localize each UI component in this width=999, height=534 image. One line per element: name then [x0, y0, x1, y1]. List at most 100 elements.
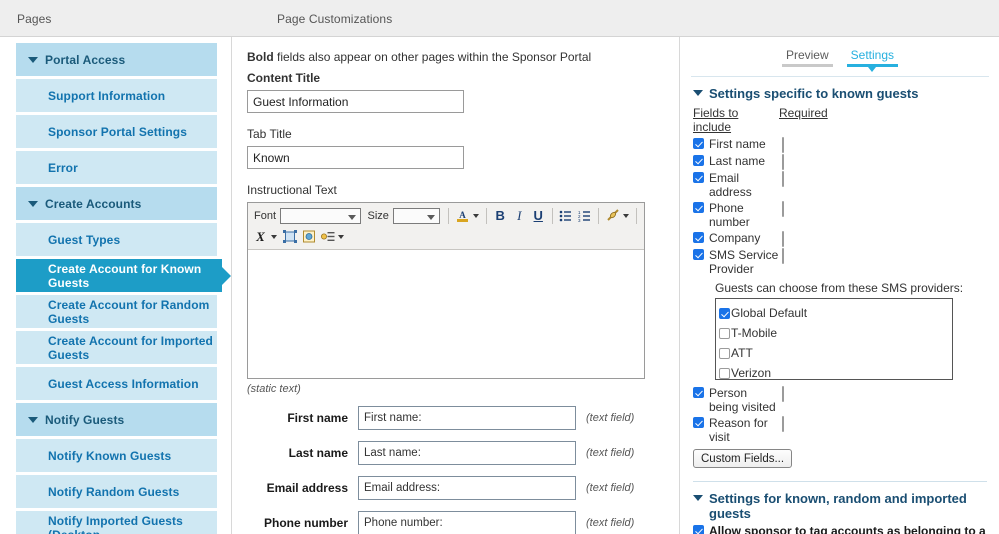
sms-provider-checkbox[interactable]	[719, 308, 730, 319]
page-customizations-panel: Bold fields also appear on other pages w…	[233, 37, 680, 534]
sidebar-item-sponsor-portal-settings[interactable]: Sponsor Portal Settings	[16, 115, 217, 148]
include-checkbox[interactable]	[693, 172, 704, 183]
required-header: Required	[779, 106, 828, 120]
sidebar-item-notify-imported-guests-desktop[interactable]: Notify Imported Guests (Desktop	[16, 511, 217, 534]
content-title-label: Content Title	[247, 71, 321, 85]
link-icon[interactable]	[604, 207, 621, 225]
sidebar-item-notify-known-guests[interactable]: Notify Known Guests	[16, 439, 217, 472]
tab-settings[interactable]: Settings	[846, 48, 899, 67]
required-checkbox[interactable]	[782, 137, 784, 153]
toolbar-divider	[551, 207, 553, 224]
sms-provider-item[interactable]: Verizon	[719, 363, 952, 383]
include-checkbox[interactable]	[693, 417, 704, 428]
sms-providers-listbox[interactable]: Global Default T-Mobile ATT Verizon	[715, 298, 953, 380]
text-color-glyph: A	[456, 210, 468, 222]
content-title-input[interactable]	[247, 90, 464, 113]
required-checkbox[interactable]	[782, 416, 784, 432]
sidebar-item-create-accounts[interactable]: Create Accounts	[16, 187, 217, 220]
insert-variable-glyph	[320, 232, 334, 241]
include-checkbox[interactable]	[693, 387, 704, 398]
bulleted-list-glyph	[560, 210, 572, 221]
field-toggle-row: Email address	[693, 171, 989, 199]
required-checkbox[interactable]	[782, 248, 784, 264]
custom-fields-button[interactable]: Custom Fields...	[693, 449, 793, 468]
bold-fields-note: Bold fields also appear on other pages w…	[247, 50, 663, 64]
editor-font-select[interactable]	[280, 207, 361, 224]
preview-field-input[interactable]	[358, 511, 576, 534]
text-color-chevron-down-icon[interactable]	[472, 213, 479, 218]
field-toggle-row: Company	[693, 231, 989, 247]
section-all-guests-header[interactable]: Settings for known, random and imported …	[693, 491, 989, 521]
sidebar-item-label: Guest Access Information	[48, 376, 199, 391]
remove-format-icon[interactable]: X	[252, 228, 269, 246]
tab-title-input[interactable]	[247, 146, 464, 169]
required-checkbox[interactable]	[782, 231, 784, 247]
editor-content-area[interactable]	[248, 250, 644, 378]
sidebar-item-notify-random-guests[interactable]: Notify Random Guests	[16, 475, 217, 508]
preview-field-input[interactable]	[358, 441, 576, 465]
sidebar-item-label: Notify Known Guests	[48, 448, 172, 463]
sms-provider-item[interactable]: T-Mobile	[719, 323, 952, 343]
include-checkbox[interactable]	[693, 155, 704, 166]
sms-provider-item[interactable]: Global Default	[719, 303, 952, 323]
insert-variable-chevron-down-icon[interactable]	[338, 234, 344, 239]
preview-field-input[interactable]	[358, 406, 576, 430]
link-chevron-down-icon[interactable]	[623, 213, 630, 218]
include-checkbox[interactable]	[693, 138, 704, 149]
sidebar-item-label: Support Information	[48, 88, 166, 103]
required-checkbox[interactable]	[782, 171, 784, 187]
sidebar-item-create-account-for-random-guests[interactable]: Create Account for Random Guests	[16, 295, 217, 328]
preview-field-row: First name (text field)	[247, 406, 663, 430]
insert-media-icon[interactable]	[300, 228, 317, 246]
sms-provider-label: ATT	[731, 346, 753, 360]
chevron-down-icon	[693, 90, 703, 96]
sidebar-item-label: Create Account for Imported Guests	[48, 333, 213, 362]
sidebar-item-support-information[interactable]: Support Information	[16, 79, 217, 112]
sms-provider-checkbox[interactable]	[719, 328, 730, 339]
sidebar-item-portal-access[interactable]: Portal Access	[16, 43, 217, 76]
sidebar-item-error[interactable]: Error	[16, 151, 217, 184]
text-color-icon[interactable]: A	[454, 207, 471, 225]
section-known-guests-header[interactable]: Settings specific to known guests	[693, 86, 989, 101]
include-checkbox[interactable]	[693, 202, 704, 213]
underline-icon[interactable]: U	[530, 207, 547, 225]
sms-provider-checkbox[interactable]	[719, 348, 730, 359]
field-name-label: Company	[709, 231, 761, 245]
sidebar-item-notify-guests[interactable]: Notify Guests	[16, 403, 217, 436]
sidebar-item-create-account-for-imported-guests[interactable]: Create Account for Imported Guests	[16, 331, 217, 364]
sms-providers-note: Guests can choose from these SMS provide…	[715, 281, 964, 295]
sidebar-item-guest-types[interactable]: Guest Types	[16, 223, 217, 256]
remove-format-chevron-down-icon[interactable]	[271, 234, 277, 239]
sms-provider-checkbox[interactable]	[719, 368, 730, 379]
fields-column-headers: Fields to include Required	[693, 106, 989, 134]
link-glyph	[607, 209, 619, 221]
insert-variable-icon[interactable]	[319, 228, 336, 246]
required-checkbox[interactable]	[782, 201, 784, 217]
toolbar-divider	[598, 207, 600, 224]
include-checkbox[interactable]	[693, 232, 704, 243]
field-name-label: Email address	[709, 171, 752, 199]
sidebar-item-guest-access-information[interactable]: Guest Access Information	[16, 367, 217, 400]
tab-preview[interactable]: Preview	[781, 48, 833, 67]
all-guests-options-list: Allow sponsor to tag accounts as belongi…	[693, 524, 989, 534]
guest-option-checkbox[interactable]	[693, 525, 704, 534]
bold-icon[interactable]: B	[492, 207, 509, 225]
sms-provider-label: Verizon	[731, 366, 772, 380]
include-checkbox[interactable]	[693, 249, 704, 260]
italic-icon[interactable]: I	[511, 207, 528, 225]
preview-field-input[interactable]	[358, 476, 576, 500]
preview-field-label: Last name	[288, 446, 348, 460]
sidebar-item-label: Create Account for Random Guests	[48, 297, 210, 326]
bulleted-list-icon[interactable]	[557, 207, 574, 225]
section-known-guests-title: Settings specific to known guests	[709, 86, 919, 101]
sidebar-item-create-account-for-known-guests[interactable]: Create Account for Known Guests	[16, 259, 222, 292]
insert-image-icon[interactable]	[281, 228, 298, 246]
editor-size-select[interactable]	[392, 207, 441, 224]
chevron-down-icon	[693, 495, 703, 501]
bold-note-text: fields also appear on other pages within…	[273, 50, 592, 64]
sms-provider-item[interactable]: ATT	[719, 343, 952, 363]
required-checkbox[interactable]	[782, 386, 784, 402]
guest-option-row: Allow sponsor to tag accounts as belongi…	[693, 524, 989, 534]
required-checkbox[interactable]	[782, 154, 784, 170]
numbered-list-icon[interactable]: 1 2 3	[576, 207, 593, 225]
